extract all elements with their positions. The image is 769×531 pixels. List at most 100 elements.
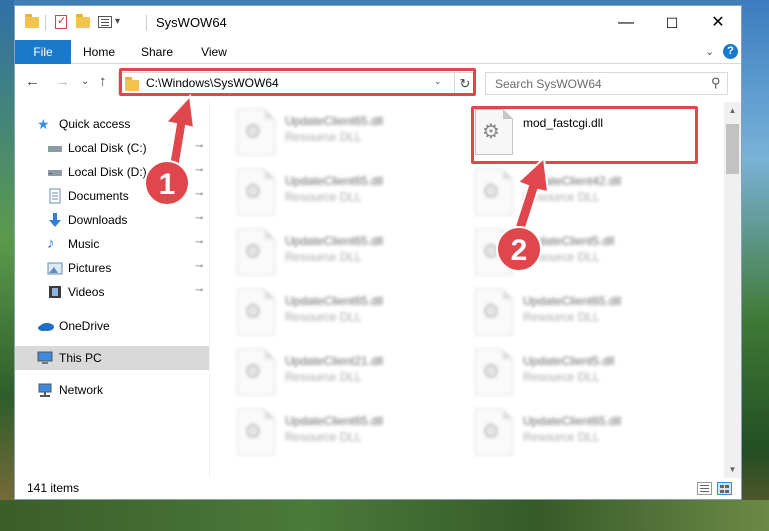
- file-item[interactable]: ⚙ UpdateClient65.dll Resource DLL: [225, 166, 451, 224]
- file-name: UpdateClient65.dll: [285, 114, 384, 128]
- scroll-thumb[interactable]: [726, 124, 739, 174]
- sidebar-item-label: Videos: [68, 285, 105, 299]
- sidebar-item-label: OneDrive: [59, 319, 110, 333]
- customize-toolbar-dropdown-icon[interactable]: ▾: [115, 14, 131, 30]
- file-type: Resource DLL: [523, 190, 600, 204]
- title-separator-2: [146, 15, 147, 31]
- sidebar-item-this-pc[interactable]: This PC: [15, 346, 210, 370]
- sidebar-item-downloads[interactable]: Downloads ⊸: [15, 208, 210, 232]
- dll-file-icon: ⚙: [237, 349, 275, 395]
- search-input[interactable]: Search SysWOW64: [495, 77, 602, 91]
- file-item[interactable]: ⚙ UpdateClient65.dll Resource DLL: [463, 286, 689, 344]
- pin-icon[interactable]: ⊸: [195, 189, 203, 200]
- minimize-button[interactable]: —: [603, 6, 649, 40]
- pin-icon[interactable]: ⊸: [195, 285, 203, 296]
- file-item[interactable]: ⚙ UpdateClient65.dll Resource DLL: [225, 226, 451, 284]
- up-button[interactable]: ↑: [99, 73, 107, 90]
- scroll-down-arrow-icon[interactable]: ▼: [724, 461, 741, 478]
- search-icon: ⚲: [711, 75, 721, 90]
- step-1-badge: 1: [144, 160, 190, 206]
- star-icon: ★: [37, 116, 50, 132]
- cloud-icon: [37, 318, 54, 334]
- sidebar-item-label: Documents: [68, 189, 129, 203]
- pictures-icon: [47, 260, 63, 276]
- sidebar-item-quick-access[interactable]: ★ Quick access: [15, 112, 210, 136]
- file-item[interactable]: ⚙ UpdateClient65.dll Resource DLL: [225, 286, 451, 344]
- tab-home[interactable]: Home: [77, 40, 121, 64]
- tab-file[interactable]: File: [15, 40, 71, 64]
- title-separator: [45, 15, 46, 31]
- dll-file-icon: ⚙: [237, 109, 275, 155]
- close-button[interactable]: ✕: [695, 6, 741, 40]
- dll-file-icon: ⚙: [237, 289, 275, 335]
- pane-divider[interactable]: [209, 102, 210, 478]
- file-highlight: [471, 106, 698, 164]
- sidebar-item-label: Downloads: [68, 213, 128, 227]
- sidebar-item-label: Quick access: [59, 117, 131, 131]
- download-icon: [47, 212, 63, 228]
- ribbon-tabs: File Home Share View ⌄ ?: [15, 40, 741, 64]
- file-item[interactable]: ⚙ UpdateClient21.dll Resource DLL: [225, 346, 451, 404]
- back-button[interactable]: ←: [25, 73, 40, 90]
- address-bar-highlight: [119, 68, 476, 96]
- tab-share[interactable]: Share: [135, 40, 179, 64]
- file-type: Resource DLL: [285, 310, 362, 324]
- search-box[interactable]: Search SysWOW64 ⚲: [485, 72, 728, 95]
- file-item[interactable]: ⚙ UpdateClient65.dll Resource DLL: [225, 406, 451, 464]
- dll-file-icon: ⚙: [475, 289, 513, 335]
- tab-view[interactable]: View: [192, 40, 236, 64]
- step-2-badge: 2: [496, 226, 542, 272]
- file-item[interactable]: ⚙ UpdateClient42.dll Resource DLL: [463, 166, 689, 224]
- large-icons-view-button[interactable]: [717, 482, 732, 495]
- sidebar-item-onedrive[interactable]: OneDrive: [15, 314, 210, 338]
- new-folder-icon[interactable]: [75, 14, 91, 30]
- sidebar-item-label: This PC: [59, 351, 102, 365]
- sidebar-item-pictures[interactable]: Pictures ⊸: [15, 256, 210, 280]
- sidebar-item-label: Pictures: [68, 261, 112, 275]
- sidebar-item-label: Music: [68, 237, 100, 251]
- forward-button[interactable]: →: [55, 73, 70, 90]
- sidebar-item-music[interactable]: ♪ Music ⊸: [15, 232, 210, 256]
- file-type: Resource DLL: [285, 130, 362, 144]
- maximize-button[interactable]: ☐: [649, 6, 695, 40]
- sidebar-item-label: Local Disk (D:): [68, 165, 147, 179]
- sidebar-item-network[interactable]: Network: [15, 378, 210, 402]
- sidebar-item-label: Local Disk (C:): [68, 141, 147, 155]
- status-bar: 141 items: [15, 478, 741, 499]
- sidebar-item-label: Network: [59, 383, 104, 397]
- sidebar-item-videos[interactable]: Videos ⊸: [15, 280, 210, 304]
- item-count: 141 items: [27, 481, 80, 495]
- folder-icon: [24, 14, 40, 30]
- recent-locations-button[interactable]: ⌄: [81, 76, 89, 87]
- desktop-background-left: [0, 0, 14, 531]
- dll-file-icon: ⚙: [237, 229, 275, 275]
- vertical-scrollbar[interactable]: ▲ ▼: [724, 102, 741, 478]
- pin-icon[interactable]: ⊸: [195, 165, 203, 176]
- expand-ribbon-icon[interactable]: ⌄: [705, 45, 714, 58]
- file-type: Resource DLL: [285, 190, 362, 204]
- scroll-up-arrow-icon[interactable]: ▲: [724, 102, 741, 119]
- file-name: UpdateClient65.dll: [285, 174, 384, 188]
- pin-icon[interactable]: ⊸: [195, 141, 203, 152]
- file-item[interactable]: ⚙ UpdateClient65.dll Resource DLL: [225, 106, 451, 164]
- help-icon[interactable]: ?: [723, 44, 738, 59]
- properties-check-icon[interactable]: [53, 14, 69, 30]
- pin-icon[interactable]: ⊸: [195, 261, 203, 272]
- file-type: Resource DLL: [523, 370, 600, 384]
- drive-icon: [47, 140, 63, 156]
- sidebar-item-local-disk-c[interactable]: Local Disk (C:) ⊸: [15, 136, 210, 160]
- pin-icon[interactable]: ⊸: [195, 237, 203, 248]
- details-view-button[interactable]: [697, 482, 712, 495]
- dll-file-icon: ⚙: [475, 349, 513, 395]
- dll-file-icon: ⚙: [237, 169, 275, 215]
- file-item[interactable]: ⚙ UpdateClient5.dll Resource DLL: [463, 346, 689, 404]
- pin-icon[interactable]: ⊸: [195, 213, 203, 224]
- computer-icon: [37, 350, 53, 366]
- desktop-background-right: [742, 0, 769, 531]
- file-type: Resource DLL: [523, 430, 600, 444]
- network-icon: [37, 382, 53, 398]
- file-name: UpdateClient65.dll: [285, 294, 384, 308]
- properties-icon[interactable]: [97, 14, 113, 30]
- drive-icon: [47, 164, 63, 180]
- file-item[interactable]: ⚙ UpdateClient65.dll Resource DLL: [463, 406, 689, 464]
